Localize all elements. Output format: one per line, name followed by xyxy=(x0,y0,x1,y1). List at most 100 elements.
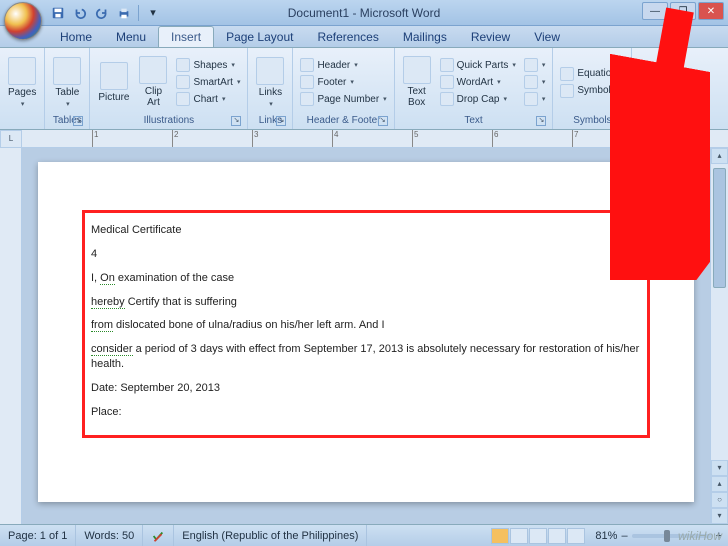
group-label: Links↘ xyxy=(252,114,288,127)
word-count[interactable]: Words: 50 xyxy=(76,525,143,546)
button-label: Page Number xyxy=(317,94,379,105)
chart-icon[interactable]: Chart▾ xyxy=(173,91,243,107)
prev-page-icon[interactable]: ▴ xyxy=(711,476,728,492)
ruler-corner[interactable]: L xyxy=(0,130,22,148)
outline-view[interactable] xyxy=(548,528,566,544)
picture-icon[interactable]: Picture xyxy=(94,60,133,105)
workspace: Medical Certificate 4 I, On examination of… xyxy=(0,148,728,524)
ribbon-group-illustrations: PictureClip ArtShapes▾SmartArt▾Chart▾Ill… xyxy=(90,48,248,129)
quick-access-toolbar: ▾ xyxy=(48,3,163,23)
header-icon[interactable]: Header▾ xyxy=(297,57,389,73)
tab-home[interactable]: Home xyxy=(48,27,104,47)
close-button[interactable]: ✕ xyxy=(698,2,724,20)
date-icon[interactable]: ▾ xyxy=(521,74,549,90)
tab-review[interactable]: Review xyxy=(459,27,522,47)
status-bar: Page: 1 of 1 Words: 50 English (Republic… xyxy=(0,524,728,546)
next-page-icon[interactable]: ▾ xyxy=(711,508,728,524)
quickparts-icon[interactable]: Quick Parts▾ xyxy=(437,57,519,73)
footer-icon[interactable]: Footer▾ xyxy=(297,74,389,90)
dialog-launcher-icon[interactable]: ↘ xyxy=(231,116,241,126)
chart-icon xyxy=(176,92,190,106)
document-line[interactable]: Medical Certificate xyxy=(91,223,641,238)
web-layout-view[interactable] xyxy=(529,528,547,544)
pages-icon[interactable]: Pages▾ xyxy=(4,55,40,110)
dropcap-icon[interactable]: Drop Cap▾ xyxy=(437,91,519,107)
quickparts-icon xyxy=(440,58,454,72)
full-screen-view[interactable] xyxy=(510,528,528,544)
tab-menu[interactable]: Menu xyxy=(104,27,158,47)
ruler-mark: 1 xyxy=(92,130,98,147)
dialog-launcher-icon[interactable]: ↘ xyxy=(73,116,83,126)
button-label: Drop Cap xyxy=(457,94,500,105)
symbol-icon[interactable]: Symbol▾ xyxy=(557,83,627,99)
textbox-icon xyxy=(403,56,431,84)
sig-icon xyxy=(524,58,538,72)
draft-view[interactable] xyxy=(567,528,585,544)
dialog-launcher-icon[interactable]: ↘ xyxy=(536,116,546,126)
grammar-marked: hereby xyxy=(91,296,125,309)
clipart-icon[interactable]: Clip Art xyxy=(135,54,171,110)
group-label: Header & Footer↘ xyxy=(297,114,389,127)
pagenum-icon[interactable]: Page Number▾ xyxy=(297,91,389,107)
table-icon[interactable]: Table▾ xyxy=(49,55,85,110)
maximize-button[interactable]: ❐ xyxy=(670,2,696,20)
document-line[interactable]: hereby Certify that is suffering xyxy=(91,295,641,310)
horizontal-ruler[interactable]: 1234567 xyxy=(22,130,728,148)
office-button[interactable] xyxy=(4,2,42,40)
print-layout-view[interactable] xyxy=(491,528,509,544)
document-line[interactable]: consider a period of 3 days with effect … xyxy=(91,342,641,372)
ruler-mark: 5 xyxy=(412,130,418,147)
tab-view[interactable]: View xyxy=(522,27,572,47)
print-icon[interactable] xyxy=(114,3,134,23)
wordart-icon[interactable]: WordArt▾ xyxy=(437,74,519,90)
textbox-icon[interactable]: Text Box xyxy=(399,54,435,110)
dialog-launcher-icon[interactable]: ↘ xyxy=(615,116,625,126)
document-line[interactable]: Date: September 20, 2013 xyxy=(91,381,641,396)
tab-references[interactable]: References xyxy=(305,27,390,47)
button-label: Symbol xyxy=(577,85,610,96)
document-line[interactable]: Place: xyxy=(91,405,641,420)
shapes-icon[interactable]: Shapes▾ xyxy=(173,57,243,73)
scroll-track[interactable] xyxy=(711,164,728,460)
vertical-scrollbar[interactable]: ▴ ▾ ▴ ○ ▾ xyxy=(710,148,728,524)
document-line[interactable]: I, On examination of the case xyxy=(91,271,641,286)
proofing-icon[interactable] xyxy=(143,525,174,546)
scroll-down-icon[interactable]: ▾ xyxy=(711,460,728,476)
window-controls: — ❐ ✕ xyxy=(640,2,724,20)
button-label: WordArt xyxy=(457,77,494,88)
footer-icon xyxy=(300,75,314,89)
redo-icon[interactable] xyxy=(92,3,112,23)
minimize-button[interactable]: — xyxy=(642,2,668,20)
scroll-up-icon[interactable]: ▴ xyxy=(711,148,728,164)
smartart-icon[interactable]: SmartArt▾ xyxy=(173,74,243,90)
zoom-level[interactable]: 81% xyxy=(595,530,617,542)
button-label: Quick Parts xyxy=(457,60,509,71)
language-indicator[interactable]: English (Republic of the Philippines) xyxy=(174,525,367,546)
picture-icon xyxy=(100,62,128,90)
tab-insert[interactable]: Insert xyxy=(158,26,214,47)
obj-icon[interactable]: ▾ xyxy=(521,91,549,107)
dialog-launcher-icon[interactable]: ↘ xyxy=(378,116,388,126)
dialog-launcher-icon[interactable]: ↘ xyxy=(276,116,286,126)
links-icon[interactable]: Links▾ xyxy=(252,55,288,110)
sig-icon[interactable]: ▾ xyxy=(521,57,549,73)
header-icon xyxy=(300,58,314,72)
browse-object-icon[interactable]: ○ xyxy=(711,492,728,508)
qat-customize-icon[interactable]: ▾ xyxy=(143,3,163,23)
zoom-out-icon[interactable]: – xyxy=(621,530,627,542)
view-buttons xyxy=(487,528,589,544)
document-line[interactable]: from dislocated bone of ulna/radius on h… xyxy=(91,318,641,333)
page[interactable]: Medical Certificate 4 I, On examination of… xyxy=(38,162,694,502)
vertical-ruler[interactable] xyxy=(0,148,22,524)
tab-page-layout[interactable]: Page Layout xyxy=(214,27,305,47)
clipart-icon xyxy=(139,56,167,84)
scroll-thumb[interactable] xyxy=(713,168,726,288)
ruler-mark: 2 xyxy=(172,130,178,147)
save-icon[interactable] xyxy=(48,3,68,23)
button-label: Pages xyxy=(8,87,36,98)
tab-mailings[interactable]: Mailings xyxy=(391,27,459,47)
document-line[interactable]: 4 xyxy=(91,247,641,262)
undo-icon[interactable] xyxy=(70,3,90,23)
page-indicator[interactable]: Page: 1 of 1 xyxy=(0,525,76,546)
equation-icon[interactable]: Equation▾ xyxy=(557,66,627,82)
